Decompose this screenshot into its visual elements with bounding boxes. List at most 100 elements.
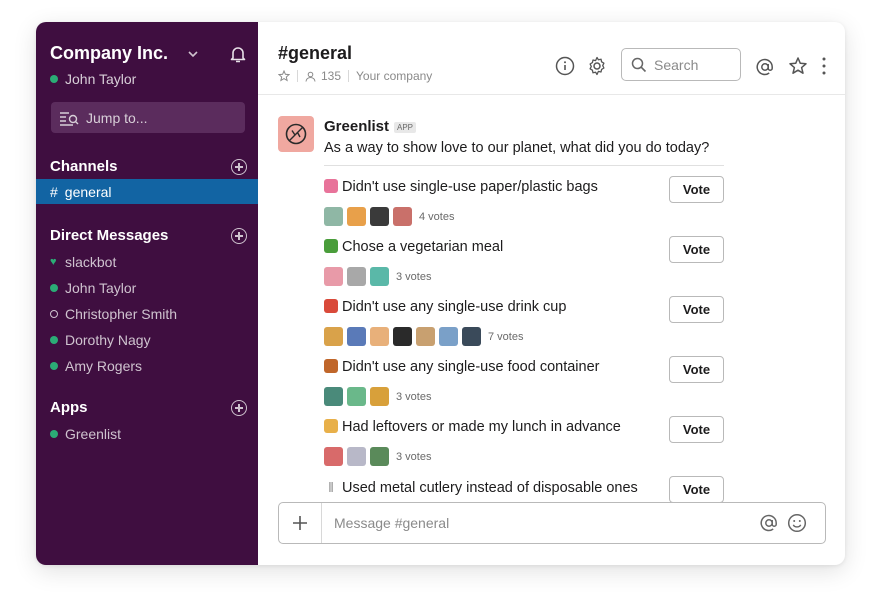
apps-section-title[interactable]: Apps — [50, 399, 88, 416]
online-status-dot — [50, 75, 58, 83]
avatar[interactable] — [370, 447, 389, 466]
avatar[interactable] — [393, 327, 412, 346]
vote-count: 3 votes — [396, 390, 432, 403]
dm-section-title[interactable]: Direct Messages — [50, 227, 168, 244]
avatar[interactable] — [324, 207, 343, 226]
jump-to-input[interactable]: Jump to... — [51, 102, 245, 133]
channel-title[interactable]: #general — [278, 43, 352, 64]
dm-label: John Taylor — [65, 280, 137, 296]
avatar[interactable] — [370, 327, 389, 346]
option-label: Didn't use any single-use food container — [342, 359, 600, 375]
gear-icon[interactable] — [587, 56, 607, 76]
vote-count: 3 votes — [396, 270, 432, 283]
greenlist-avatar[interactable] — [278, 116, 314, 152]
dm-label: Amy Rogers — [65, 358, 143, 374]
leaf-emoji-icon — [324, 239, 338, 253]
dm-label: slackbot — [65, 254, 117, 270]
voter-avatars: 4 votes — [324, 207, 454, 226]
message-input[interactable]: Message #general — [334, 515, 449, 531]
chevron-down-icon[interactable] — [186, 47, 200, 61]
vote-button[interactable]: Vote — [669, 356, 724, 383]
dm-item-slackbot[interactable]: ♥ slackbot — [50, 254, 116, 270]
search-placeholder: Search — [654, 56, 699, 73]
workspace-name[interactable]: Company Inc. — [50, 43, 168, 64]
vote-button[interactable]: Vote — [669, 476, 724, 503]
emoji-icon[interactable] — [787, 513, 807, 533]
avatar[interactable] — [439, 327, 458, 346]
avatar[interactable] — [347, 447, 366, 466]
add-dm-icon[interactable] — [231, 228, 247, 244]
search-input[interactable]: Search — [621, 48, 741, 81]
dm-label: Dorothy Nagy — [65, 332, 151, 348]
app-name[interactable]: Greenlist — [324, 118, 389, 135]
dm-item-john-taylor[interactable]: John Taylor — [50, 280, 136, 296]
add-app-icon[interactable] — [231, 400, 247, 416]
avatar[interactable] — [324, 327, 343, 346]
vote-button[interactable]: Vote — [669, 296, 724, 323]
dm-item-christopher-smith[interactable]: Christopher Smith — [50, 306, 177, 322]
meta-divider — [297, 70, 298, 82]
option-label: Had leftovers or made my lunch in advanc… — [342, 419, 621, 435]
add-channel-icon[interactable] — [231, 159, 247, 175]
avatar[interactable] — [393, 207, 412, 226]
drink-cup-icon — [324, 299, 338, 313]
avatar[interactable] — [347, 387, 366, 406]
bell-icon[interactable] — [228, 44, 248, 64]
online-status-dot — [50, 430, 58, 438]
leaf-icon — [285, 123, 307, 145]
avatar[interactable] — [370, 207, 389, 226]
info-icon[interactable] — [555, 56, 575, 76]
voter-avatars: 7 votes — [324, 327, 523, 346]
avatar[interactable] — [462, 327, 481, 346]
cook-icon — [324, 419, 338, 433]
avatar[interactable] — [347, 207, 366, 226]
option-label: Didn't use single-use paper/plastic bags — [342, 179, 598, 195]
option-text: Had leftovers or made my lunch in advanc… — [324, 419, 621, 435]
channel-item-general[interactable]: # general — [36, 179, 258, 204]
avatar[interactable] — [416, 327, 435, 346]
current-user-name: John Taylor — [65, 71, 137, 87]
avatar[interactable] — [370, 267, 389, 286]
option-text: Didn't use any single-use drink cup — [324, 299, 566, 315]
dm-item-dorothy-nagy[interactable]: Dorothy Nagy — [50, 332, 151, 348]
option-text: ‖ Used metal cutlery instead of disposabl… — [324, 479, 638, 496]
shopping-bags-icon — [324, 179, 338, 193]
channel-header: #general 135 Your company Search — [258, 22, 845, 95]
app-item-greenlist[interactable]: Greenlist — [50, 426, 121, 442]
mention-icon[interactable] — [755, 57, 775, 77]
avatar[interactable] — [324, 447, 343, 466]
away-status-dot — [50, 310, 58, 318]
voter-avatars: 3 votes — [324, 267, 431, 286]
avatar[interactable] — [347, 327, 366, 346]
vote-button[interactable]: Vote — [669, 416, 724, 443]
message-composer[interactable]: Message #general — [278, 502, 826, 544]
channel-meta: 135 Your company — [278, 69, 432, 83]
jump-search-icon — [60, 111, 79, 126]
member-icon[interactable] — [305, 71, 316, 82]
option-label: Used metal cutlery instead of disposable… — [342, 480, 638, 496]
mention-icon[interactable] — [759, 513, 779, 533]
avatar[interactable] — [370, 387, 389, 406]
vote-button[interactable]: Vote — [669, 176, 724, 203]
vote-button[interactable]: Vote — [669, 236, 724, 263]
option-text: Didn't use any single-use food container — [324, 359, 599, 375]
voter-avatars: 3 votes — [324, 387, 431, 406]
option-label: Chose a vegetarian meal — [342, 239, 504, 255]
star-icon[interactable] — [278, 70, 290, 82]
avatar[interactable] — [324, 387, 343, 406]
channels-section-title[interactable]: Channels — [50, 158, 118, 175]
option-text: Didn't use single-use paper/plastic bags — [324, 179, 598, 195]
poll-question: As a way to show love to our planet, wha… — [324, 140, 710, 156]
online-status-dot — [50, 284, 58, 292]
more-options-icon[interactable] — [814, 56, 834, 76]
dm-item-amy-rogers[interactable]: Amy Rogers — [50, 358, 142, 374]
star-icon[interactable] — [788, 56, 808, 76]
plus-icon — [293, 516, 307, 530]
member-count[interactable]: 135 — [321, 69, 341, 83]
dm-label: Christopher Smith — [65, 306, 178, 322]
avatar[interactable] — [324, 267, 343, 286]
attach-button[interactable] — [279, 503, 322, 543]
app-label: Greenlist — [65, 426, 122, 442]
avatar[interactable] — [347, 267, 366, 286]
vote-count: 3 votes — [396, 450, 432, 463]
